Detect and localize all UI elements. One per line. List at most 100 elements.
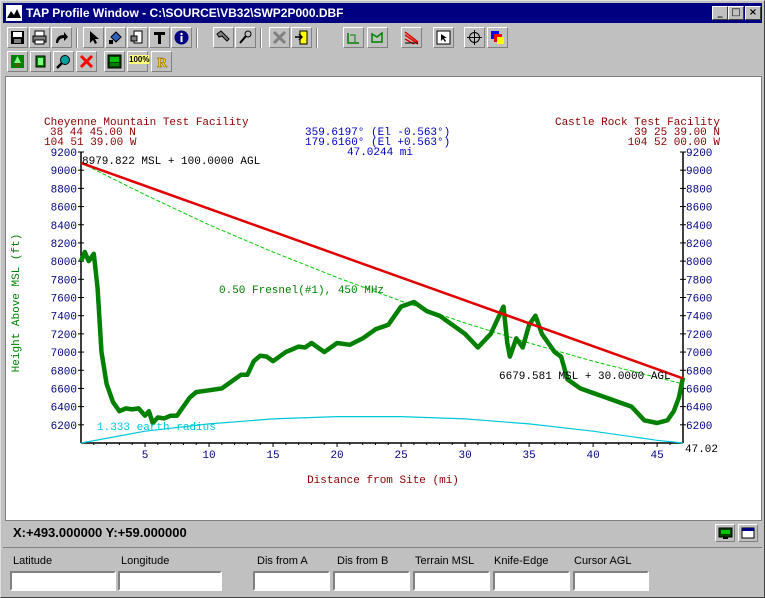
- info-button[interactable]: [171, 27, 192, 48]
- color-button[interactable]: [487, 27, 508, 48]
- save-icon: [11, 31, 24, 44]
- y-tick-label-right: 8000: [686, 257, 712, 269]
- y-tick-label-right: 9200: [686, 148, 712, 160]
- latitude-field[interactable]: [10, 571, 116, 591]
- tap-profile-window: TAP Profile Window - C:\SOURCE\VB32\SWP2…: [0, 0, 765, 598]
- pointer-icon: [90, 31, 99, 44]
- image-icon: [107, 54, 122, 69]
- dis-from-a-field[interactable]: [253, 571, 330, 591]
- exit-button[interactable]: [291, 27, 312, 48]
- minimize-button[interactable]: _: [712, 6, 728, 20]
- status-bar: X:+493.000000 Y:+59.000000: [5, 522, 762, 544]
- delete-button[interactable]: [269, 27, 290, 48]
- terrain-msl-field[interactable]: [413, 571, 490, 591]
- green-square-button[interactable]: [30, 51, 51, 72]
- knife-edge-field[interactable]: [493, 571, 570, 591]
- longitude-field[interactable]: [118, 571, 222, 591]
- window-button[interactable]: [738, 524, 758, 542]
- end-distance-label: 47.02: [685, 444, 718, 456]
- fresnel-label: 0.50 Fresnel(#1), 450 MHz: [219, 285, 384, 297]
- select-button[interactable]: [433, 27, 454, 48]
- save-button[interactable]: [7, 27, 28, 48]
- cursor-agl-field[interactable]: [573, 571, 649, 591]
- y-tick-label-left: 7000: [51, 348, 77, 360]
- right-axis: 6200 6400 6600 6800 7000 7200 7400 7600 7800 8000…: [680, 148, 712, 443]
- select-tool-icon: [436, 30, 451, 45]
- r-icon: R: [157, 56, 169, 69]
- y-tick-label-left: 7600: [51, 294, 77, 306]
- knife-edge-label: Knife-Edge: [494, 555, 549, 567]
- window-icon: [741, 527, 755, 539]
- image-button[interactable]: [104, 51, 125, 72]
- x-tick-label: 30: [458, 450, 471, 462]
- cursor-agl-label: Cursor AGL: [574, 555, 632, 567]
- green-square-icon: [35, 55, 46, 68]
- crosshair-button[interactable]: [464, 27, 485, 48]
- paint-bucket-button[interactable]: [105, 27, 126, 48]
- screen-button[interactable]: [715, 524, 735, 542]
- cursor-coordinates: X:+493.000000 Y:+59.000000: [13, 525, 187, 540]
- monitor-icon: [718, 527, 733, 539]
- text-tool-button[interactable]: [149, 27, 170, 48]
- delete-icon: [272, 30, 287, 45]
- bottom-axis: 5 10 15 20 25 30 35 40 45: [81, 442, 683, 462]
- profile-chart[interactable]: Cheyenne Mountain Test Facility 38 44 45…: [6, 77, 761, 520]
- y-tick-label-left: 8000: [51, 257, 77, 269]
- printer-doc-button[interactable]: [127, 27, 148, 48]
- redo-button[interactable]: [51, 27, 72, 48]
- y-tick-label-left: 6800: [51, 366, 77, 378]
- x-tick-label: 20: [330, 450, 343, 462]
- right-height-label: 6679.581 MSL + 30.0000 AGL: [499, 371, 671, 383]
- app-icon[interactable]: [6, 5, 22, 21]
- y-tick-label-left: 9200: [51, 148, 77, 160]
- profile-red-button[interactable]: [401, 27, 422, 48]
- wrench-button[interactable]: [213, 27, 234, 48]
- earth-radius-label: 1.333 earth radius: [97, 422, 216, 434]
- paint-bucket-icon: [109, 31, 122, 44]
- line-of-sight-line: [80, 161, 684, 380]
- crosshair-icon: [467, 30, 482, 45]
- exit-door-icon: [295, 30, 308, 45]
- print-button[interactable]: [29, 27, 50, 48]
- profile-plot-area[interactable]: Cheyenne Mountain Test Facility 38 44 45…: [5, 76, 762, 521]
- profile-line-button[interactable]: [343, 27, 364, 48]
- profile-green2-icon: [371, 31, 383, 43]
- toolbar-separator: [76, 28, 78, 48]
- latitude-label: Latitude: [13, 555, 53, 567]
- svg-text:R: R: [157, 56, 168, 69]
- red-x-button[interactable]: [76, 51, 97, 72]
- x-tick-label: 25: [394, 450, 407, 462]
- y-tick-label-left: 8400: [51, 221, 77, 233]
- path-distance: 47.0244 mi: [347, 147, 413, 159]
- magnifier-button[interactable]: [53, 51, 74, 72]
- profile-green-icon: [347, 33, 359, 44]
- print-icon: [32, 30, 47, 45]
- pointer-button[interactable]: [83, 27, 104, 48]
- redo-arrow-icon: [56, 32, 68, 43]
- x-tick-label: 10: [202, 450, 215, 462]
- maximize-button[interactable]: □: [728, 6, 744, 20]
- profile-area-button[interactable]: [367, 27, 388, 48]
- y-tick-label-left: 8600: [51, 203, 77, 215]
- x-tick-label: 15: [266, 450, 279, 462]
- close-button[interactable]: ×: [745, 6, 761, 20]
- tree-icon: [11, 55, 24, 68]
- zoom-100-button[interactable]: 100%: [127, 51, 150, 72]
- terrain-line: [78, 249, 686, 426]
- y-tick-label-left: 6600: [51, 384, 77, 396]
- y-tick-label-left: 7200: [51, 330, 77, 342]
- y-tick-label-left: 8800: [51, 184, 77, 196]
- y-tick-label-right: 7200: [686, 330, 712, 342]
- x-tick-label: 5: [142, 450, 149, 462]
- r-button[interactable]: R: [151, 51, 172, 72]
- tools-button[interactable]: [235, 27, 256, 48]
- y-tick-label-left: 7400: [51, 312, 77, 324]
- left-axis: 6200 6400 6600 6800 7000 7200 7400 7600 7800 8000…: [51, 148, 84, 443]
- y-tick-label-right: 8600: [686, 203, 712, 215]
- dis-from-a-label: Dis from A: [257, 555, 308, 567]
- dis-from-b-field[interactable]: [333, 571, 410, 591]
- toolbar-separator: [196, 28, 198, 48]
- tree-button[interactable]: [7, 51, 28, 72]
- y-tick-label-right: 8800: [686, 184, 712, 196]
- info-icon: [174, 30, 189, 45]
